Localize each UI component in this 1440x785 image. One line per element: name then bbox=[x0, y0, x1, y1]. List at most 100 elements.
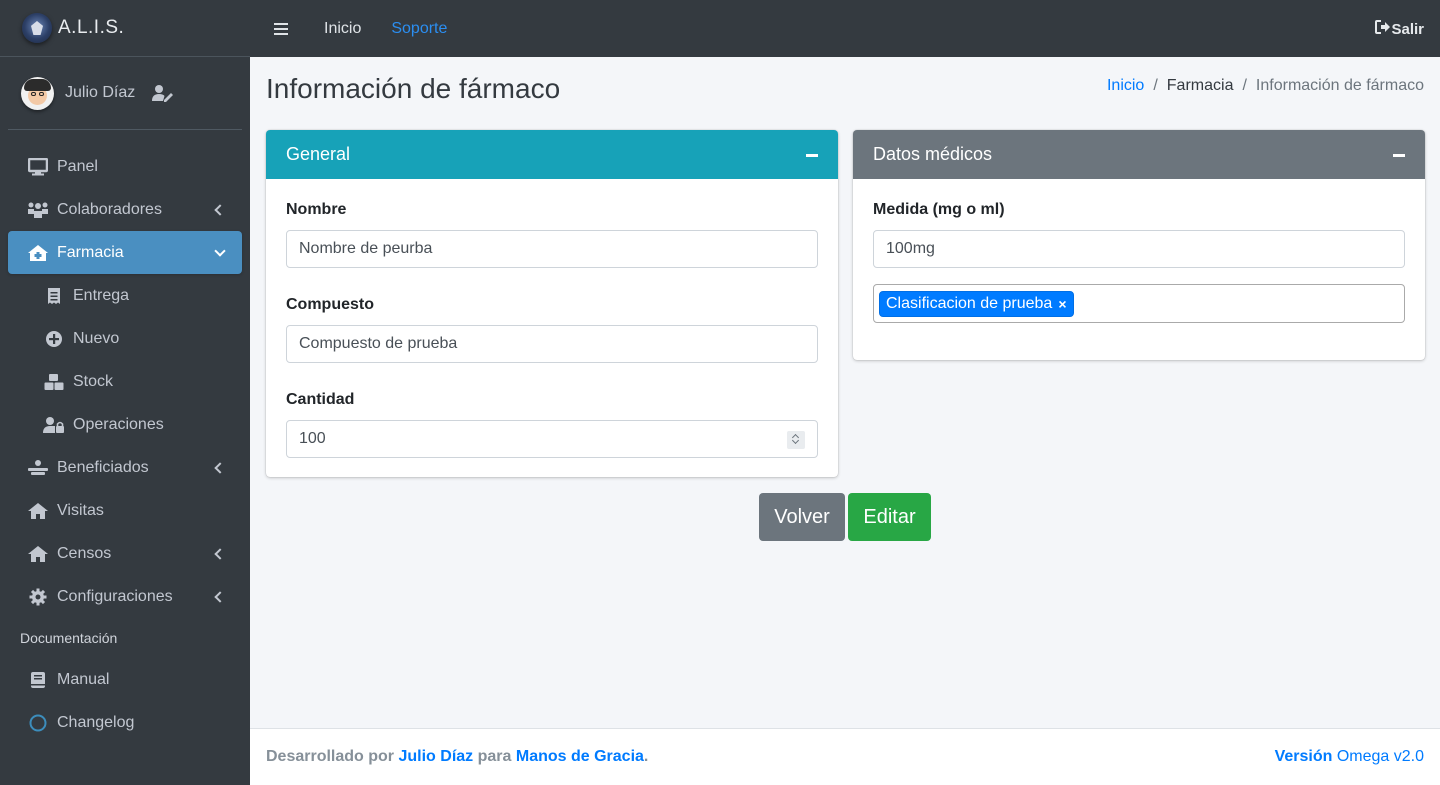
collapse-minus-icon[interactable] bbox=[806, 154, 818, 157]
content-wrapper: Información de fármaco Inicio / Farmacia… bbox=[250, 57, 1440, 728]
breadcrumb-current: Información de fármaco bbox=[1255, 77, 1424, 94]
hamburger-menu-icon[interactable] bbox=[274, 22, 288, 35]
tag-label: Clasificacion de prueba bbox=[886, 294, 1053, 312]
user-panel: Julio Díaz bbox=[8, 57, 242, 130]
sidebar-item-colaboradores[interactable]: Colaboradores bbox=[8, 188, 242, 231]
avatar[interactable] bbox=[21, 76, 54, 110]
plus-circle-icon bbox=[43, 329, 65, 349]
circle-icon bbox=[27, 713, 49, 733]
sidebar-item-label: Operaciones bbox=[73, 415, 164, 433]
breadcrumb-separator: / bbox=[1242, 77, 1247, 94]
sidebar-section-header: Documentación bbox=[20, 630, 118, 646]
sidebar: A.L.I.S. Julio Díaz Panel Colaboradores … bbox=[0, 0, 250, 785]
sidebar-item-stock[interactable]: Stock bbox=[8, 360, 242, 403]
chevron-left-icon bbox=[214, 547, 226, 560]
compound-label: Compuesto bbox=[286, 296, 374, 313]
footer-prefix: Desarrollado por bbox=[266, 748, 395, 765]
edit-button[interactable]: Editar bbox=[848, 493, 931, 541]
sidebar-item-label: Censos bbox=[57, 544, 112, 562]
sidebar-item-label: Colaboradores bbox=[57, 200, 162, 218]
card-title: General bbox=[286, 144, 351, 164]
user-name[interactable]: Julio Díaz bbox=[65, 84, 135, 102]
sidebar-item-label: Entrega bbox=[73, 286, 130, 304]
sidebar-item-label: Changelog bbox=[57, 713, 135, 731]
users-icon bbox=[27, 200, 49, 220]
footer-org-link[interactable]: Manos de Gracia bbox=[516, 748, 644, 766]
chevron-down-icon bbox=[214, 244, 226, 257]
sidebar-item-beneficiados[interactable]: Beneficiados bbox=[8, 446, 242, 489]
page-title: Información de fármaco bbox=[266, 73, 561, 104]
name-value: Nombre de peurba bbox=[299, 240, 433, 257]
sidebar-item-label: Manual bbox=[57, 670, 110, 688]
sidebar-item-label: Nuevo bbox=[73, 329, 120, 347]
footer-version: Versión Omega v2.0 bbox=[1275, 748, 1424, 766]
top-navbar: Inicio Soporte Salir bbox=[250, 0, 1440, 57]
brand-name: A.L.I.S. bbox=[58, 17, 125, 38]
sidebar-nav: Panel Colaboradores Farmacia Entrega Nue… bbox=[0, 145, 250, 744]
sidebar-item-manual[interactable]: Manual bbox=[8, 658, 242, 701]
chevron-left-icon bbox=[214, 590, 226, 603]
desktop-icon bbox=[27, 157, 49, 177]
footer-mid: para bbox=[477, 748, 512, 765]
user-edit-icon[interactable] bbox=[152, 84, 174, 102]
chevron-left-icon bbox=[214, 461, 226, 474]
general-card: General Nombre Nombre de peurba Compuest… bbox=[266, 130, 838, 477]
sidebar-item-nuevo[interactable]: Nuevo bbox=[8, 317, 242, 360]
sign-out-icon bbox=[1375, 19, 1391, 39]
classification-select[interactable]: Clasificacion de prueba × bbox=[873, 284, 1405, 323]
quantity-stepper[interactable]: 100 bbox=[286, 420, 818, 458]
logout-button[interactable]: Salir bbox=[1375, 19, 1424, 39]
logout-label: Salir bbox=[1391, 20, 1424, 38]
breadcrumb: Inicio / Farmacia / Información de fárma… bbox=[1107, 77, 1424, 95]
nav-link-soporte[interactable]: Soporte bbox=[391, 20, 447, 38]
sidebar-item-visitas[interactable]: Visitas bbox=[8, 489, 242, 532]
book-icon bbox=[27, 670, 49, 690]
footer: Desarrollado por Julio Díaz para Manos d… bbox=[250, 728, 1440, 785]
measure-label: Medida (mg o ml) bbox=[873, 201, 1005, 218]
clinic-house-icon bbox=[27, 243, 49, 263]
card-title: Datos médicos bbox=[873, 144, 993, 164]
chevron-left-icon bbox=[214, 203, 226, 216]
sidebar-item-label: Beneficiados bbox=[57, 458, 149, 476]
house-icon bbox=[27, 544, 49, 564]
sidebar-item-farmacia[interactable]: Farmacia bbox=[8, 231, 242, 274]
version-label: Versión bbox=[1274, 748, 1333, 765]
footer-dot: . bbox=[643, 748, 649, 765]
sidebar-item-operaciones[interactable]: Operaciones bbox=[8, 403, 242, 446]
sidebar-item-entrega[interactable]: Entrega bbox=[8, 274, 242, 317]
boxes-icon bbox=[43, 372, 65, 392]
compound-field[interactable]: Compuesto de prueba bbox=[286, 325, 818, 363]
quantity-label: Cantidad bbox=[286, 391, 355, 408]
sidebar-item-label: Configuraciones bbox=[57, 587, 173, 605]
breadcrumb-section: Farmacia bbox=[1166, 77, 1234, 94]
version-value: Omega v2.0 bbox=[1336, 748, 1424, 765]
brand-link[interactable]: A.L.I.S. bbox=[0, 0, 250, 57]
sidebar-item-configuraciones[interactable]: Configuraciones bbox=[8, 575, 242, 618]
measure-field[interactable]: 100mg bbox=[873, 230, 1405, 268]
sidebar-item-censos[interactable]: Censos bbox=[8, 532, 242, 575]
brand-logo-icon bbox=[22, 13, 52, 43]
gear-icon bbox=[27, 587, 49, 607]
sidebar-item-changelog[interactable]: Changelog bbox=[8, 701, 242, 744]
receipt-icon bbox=[43, 286, 65, 306]
house-icon bbox=[27, 501, 49, 521]
back-button[interactable]: Volver bbox=[759, 493, 845, 541]
sidebar-item-label: Farmacia bbox=[57, 243, 124, 261]
general-card-header: General bbox=[266, 130, 838, 179]
sidebar-item-label: Visitas bbox=[57, 501, 104, 519]
classification-tag: Clasificacion de prueba × bbox=[879, 290, 1074, 317]
breadcrumb-home[interactable]: Inicio bbox=[1107, 77, 1144, 95]
tag-remove-icon[interactable]: × bbox=[1058, 296, 1066, 312]
sidebar-item-label: Stock bbox=[73, 372, 114, 390]
sidebar-item-label: Panel bbox=[57, 157, 98, 175]
spinner-arrows-icon[interactable] bbox=[787, 431, 805, 449]
collapse-minus-icon[interactable] bbox=[1393, 154, 1405, 157]
medical-card-header: Datos médicos bbox=[853, 130, 1425, 179]
footer-author-link[interactable]: Julio Díaz bbox=[398, 748, 473, 766]
user-lock-icon bbox=[43, 415, 65, 435]
sidebar-item-panel[interactable]: Panel bbox=[8, 145, 242, 188]
name-field[interactable]: Nombre de peurba bbox=[286, 230, 818, 268]
nav-link-inicio[interactable]: Inicio bbox=[324, 20, 361, 38]
quantity-value: 100 bbox=[299, 430, 326, 447]
person-bed-icon bbox=[27, 458, 49, 478]
